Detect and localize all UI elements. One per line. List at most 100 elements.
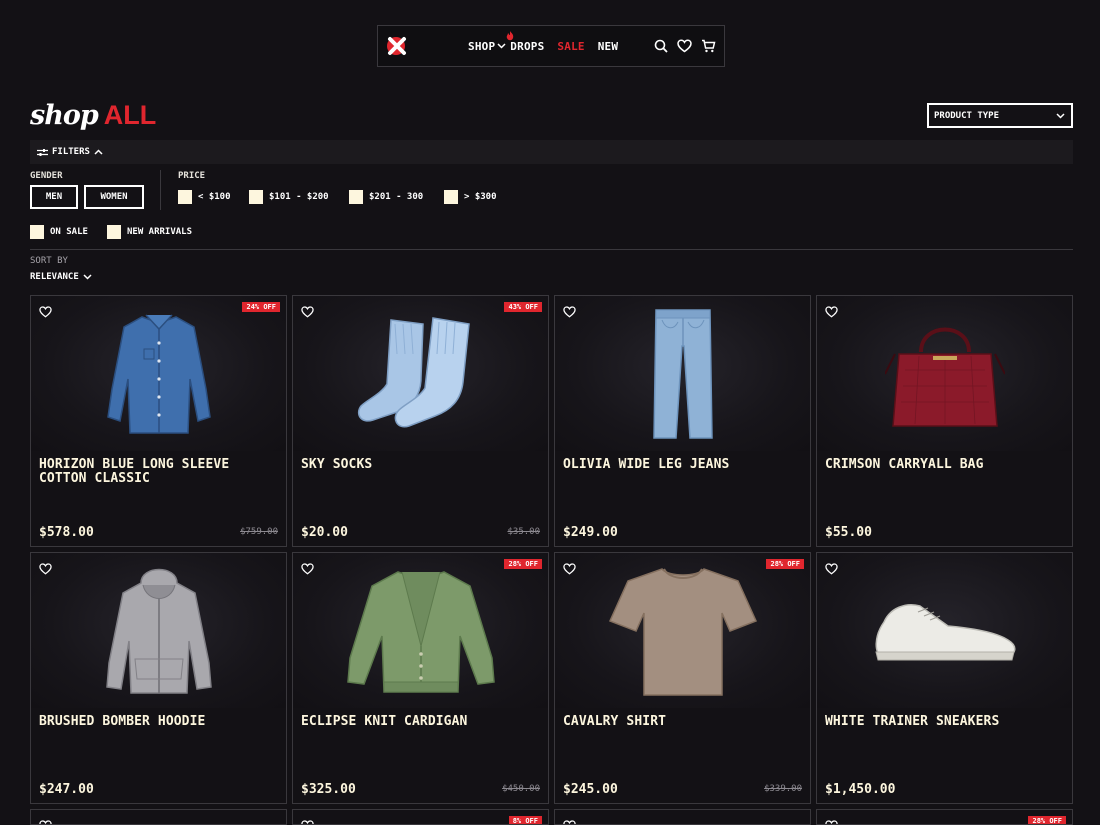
- product-price: $578.00: [39, 525, 94, 540]
- product-name[interactable]: CAVALRY SHIRT: [563, 715, 803, 729]
- filters-toggle-label: FILTERS: [52, 147, 90, 157]
- nav-shop-label: SHOP: [468, 39, 496, 53]
- wishlist-heart-icon[interactable]: [39, 563, 52, 575]
- checkbox-label: ON SALE: [50, 227, 88, 237]
- wishlist-heart-icon[interactable]: [39, 820, 52, 825]
- product-price: $245.00: [563, 782, 618, 797]
- product-type-dropdown[interactable]: PRODUCT TYPE: [927, 103, 1073, 128]
- price-filter-label: PRICE: [178, 171, 206, 181]
- nav-drops-link[interactable]: DROPS: [507, 30, 544, 53]
- product-image[interactable]: [293, 296, 548, 451]
- price-under-100-checkbox[interactable]: < $100: [178, 190, 231, 204]
- search-icon[interactable]: [654, 39, 668, 53]
- gender-women-button[interactable]: WOMEN: [84, 185, 144, 209]
- checkbox-box[interactable]: [349, 190, 363, 204]
- price-over-300-checkbox[interactable]: > $300: [444, 190, 497, 204]
- product-card[interactable]: 28% OFF ECLIPSE KNIT CARDIGAN $325.00 $450.…: [292, 552, 549, 804]
- product-card[interactable]: 24% OFF HORIZON BLUE LONG SLEEVE COTTON C…: [30, 295, 287, 547]
- product-image[interactable]: [31, 296, 286, 451]
- product-price: $247.00: [39, 782, 94, 797]
- product-image[interactable]: [293, 553, 548, 708]
- checkbox-label: NEW ARRIVALS: [127, 227, 193, 237]
- product-name[interactable]: ECLIPSE KNIT CARDIGAN: [301, 715, 541, 729]
- product-card[interactable]: 28% OFF: [816, 809, 1073, 825]
- product-card[interactable]: 28% OFF CAVALRY SHIRT $245.00 $339.00: [554, 552, 811, 804]
- wishlist-heart-icon[interactable]: [825, 820, 838, 825]
- product-name[interactable]: CRIMSON CARRYALL BAG: [825, 458, 1065, 472]
- checkbox-label: > $300: [464, 192, 497, 202]
- product-name[interactable]: OLIVIA WIDE LEG JEANS: [563, 458, 803, 472]
- chevron-down-icon: [83, 274, 92, 280]
- chevron-down-icon: [497, 43, 506, 49]
- product-card[interactable]: 8% OFF: [292, 809, 549, 825]
- page-title-prefix: shop: [30, 100, 99, 131]
- checkbox-label: $101 - $200: [269, 192, 329, 202]
- wishlist-heart-icon[interactable]: [301, 820, 314, 825]
- product-price: $249.00: [563, 525, 618, 540]
- flame-icon: [507, 30, 514, 40]
- product-card[interactable]: 43% OFF SKY SOCKS $20.00 $35.00: [292, 295, 549, 547]
- product-card[interactable]: WHITE TRAINER SNEAKERS $1,450.00: [816, 552, 1073, 804]
- product-price: $325.00: [301, 782, 356, 797]
- checkbox-box[interactable]: [444, 190, 458, 204]
- checkbox-box[interactable]: [107, 225, 121, 239]
- gender-men-button[interactable]: MEN: [30, 185, 78, 209]
- top-nav: SHOP DROPS SALE NEW: [377, 25, 725, 67]
- product-price: $20.00: [301, 525, 348, 540]
- gender-filter-label: GENDER: [30, 171, 63, 181]
- product-name[interactable]: HORIZON BLUE LONG SLEEVE COTTON CLASSIC: [39, 458, 279, 486]
- product-price: $55.00: [825, 525, 872, 540]
- cardigan-icon: [346, 566, 496, 696]
- price-201-300-checkbox[interactable]: $201 - 300: [349, 190, 423, 204]
- product-image[interactable]: [817, 296, 1072, 451]
- product-card[interactable]: [30, 809, 287, 825]
- checkbox-box[interactable]: [249, 190, 263, 204]
- wishlist-heart-icon[interactable]: [825, 306, 838, 318]
- nav-sale-link[interactable]: SALE: [557, 40, 584, 53]
- brand-logo-icon[interactable]: [386, 36, 408, 56]
- product-name[interactable]: BRUSHED BOMBER HOODIE: [39, 715, 279, 729]
- wishlist-heart-icon[interactable]: [563, 820, 576, 825]
- bag-icon: [884, 314, 1005, 434]
- wishlist-heart-icon[interactable]: [39, 306, 52, 318]
- discount-badge: 28% OFF: [504, 559, 542, 569]
- product-name[interactable]: SKY SOCKS: [301, 458, 541, 472]
- product-card[interactable]: [554, 809, 811, 825]
- product-original-price: $35.00: [507, 527, 540, 537]
- sort-dropdown[interactable]: RELEVANCE: [30, 272, 92, 282]
- page-title-emphasis: ALL: [103, 100, 157, 130]
- product-type-label: PRODUCT TYPE: [934, 110, 1000, 121]
- product-image[interactable]: [817, 553, 1072, 708]
- checkbox-box[interactable]: [178, 190, 192, 204]
- wishlist-heart-icon[interactable]: [677, 39, 692, 53]
- product-card[interactable]: BRUSHED BOMBER HOODIE $247.00: [30, 552, 287, 804]
- on-sale-checkbox[interactable]: ON SALE: [30, 225, 88, 239]
- wishlist-heart-icon[interactable]: [563, 563, 576, 575]
- wishlist-heart-icon[interactable]: [301, 563, 314, 575]
- product-card[interactable]: CRIMSON CARRYALL BAG $55.00: [816, 295, 1073, 547]
- filters-toggle[interactable]: FILTERS: [30, 140, 1073, 164]
- product-image[interactable]: [555, 296, 810, 451]
- wishlist-heart-icon[interactable]: [301, 306, 314, 318]
- product-image[interactable]: [31, 553, 286, 708]
- product-name[interactable]: WHITE TRAINER SNEAKERS: [825, 715, 1065, 729]
- wishlist-heart-icon[interactable]: [563, 306, 576, 318]
- cart-icon[interactable]: [701, 39, 716, 53]
- sort-by-label: SORT BY: [30, 256, 68, 266]
- chevron-down-icon: [1056, 112, 1065, 119]
- price-101-200-checkbox[interactable]: $101 - $200: [249, 190, 329, 204]
- wishlist-heart-icon[interactable]: [825, 563, 838, 575]
- jeans-icon: [648, 306, 718, 441]
- discount-badge: 28% OFF: [1028, 816, 1066, 824]
- sneaker-icon: [870, 596, 1020, 666]
- nav-new-link[interactable]: NEW: [598, 40, 618, 53]
- page-title: shop ALL: [30, 100, 156, 136]
- checkbox-box[interactable]: [30, 225, 44, 239]
- product-image[interactable]: [555, 553, 810, 708]
- product-card[interactable]: OLIVIA WIDE LEG JEANS $249.00: [554, 295, 811, 547]
- checkbox-label: $201 - 300: [369, 192, 424, 202]
- product-original-price: $759.00: [240, 527, 278, 537]
- new-arrivals-checkbox[interactable]: NEW ARRIVALS: [107, 225, 192, 239]
- nav-shop-link[interactable]: SHOP: [468, 40, 506, 53]
- checkbox-label: < $100: [198, 192, 231, 202]
